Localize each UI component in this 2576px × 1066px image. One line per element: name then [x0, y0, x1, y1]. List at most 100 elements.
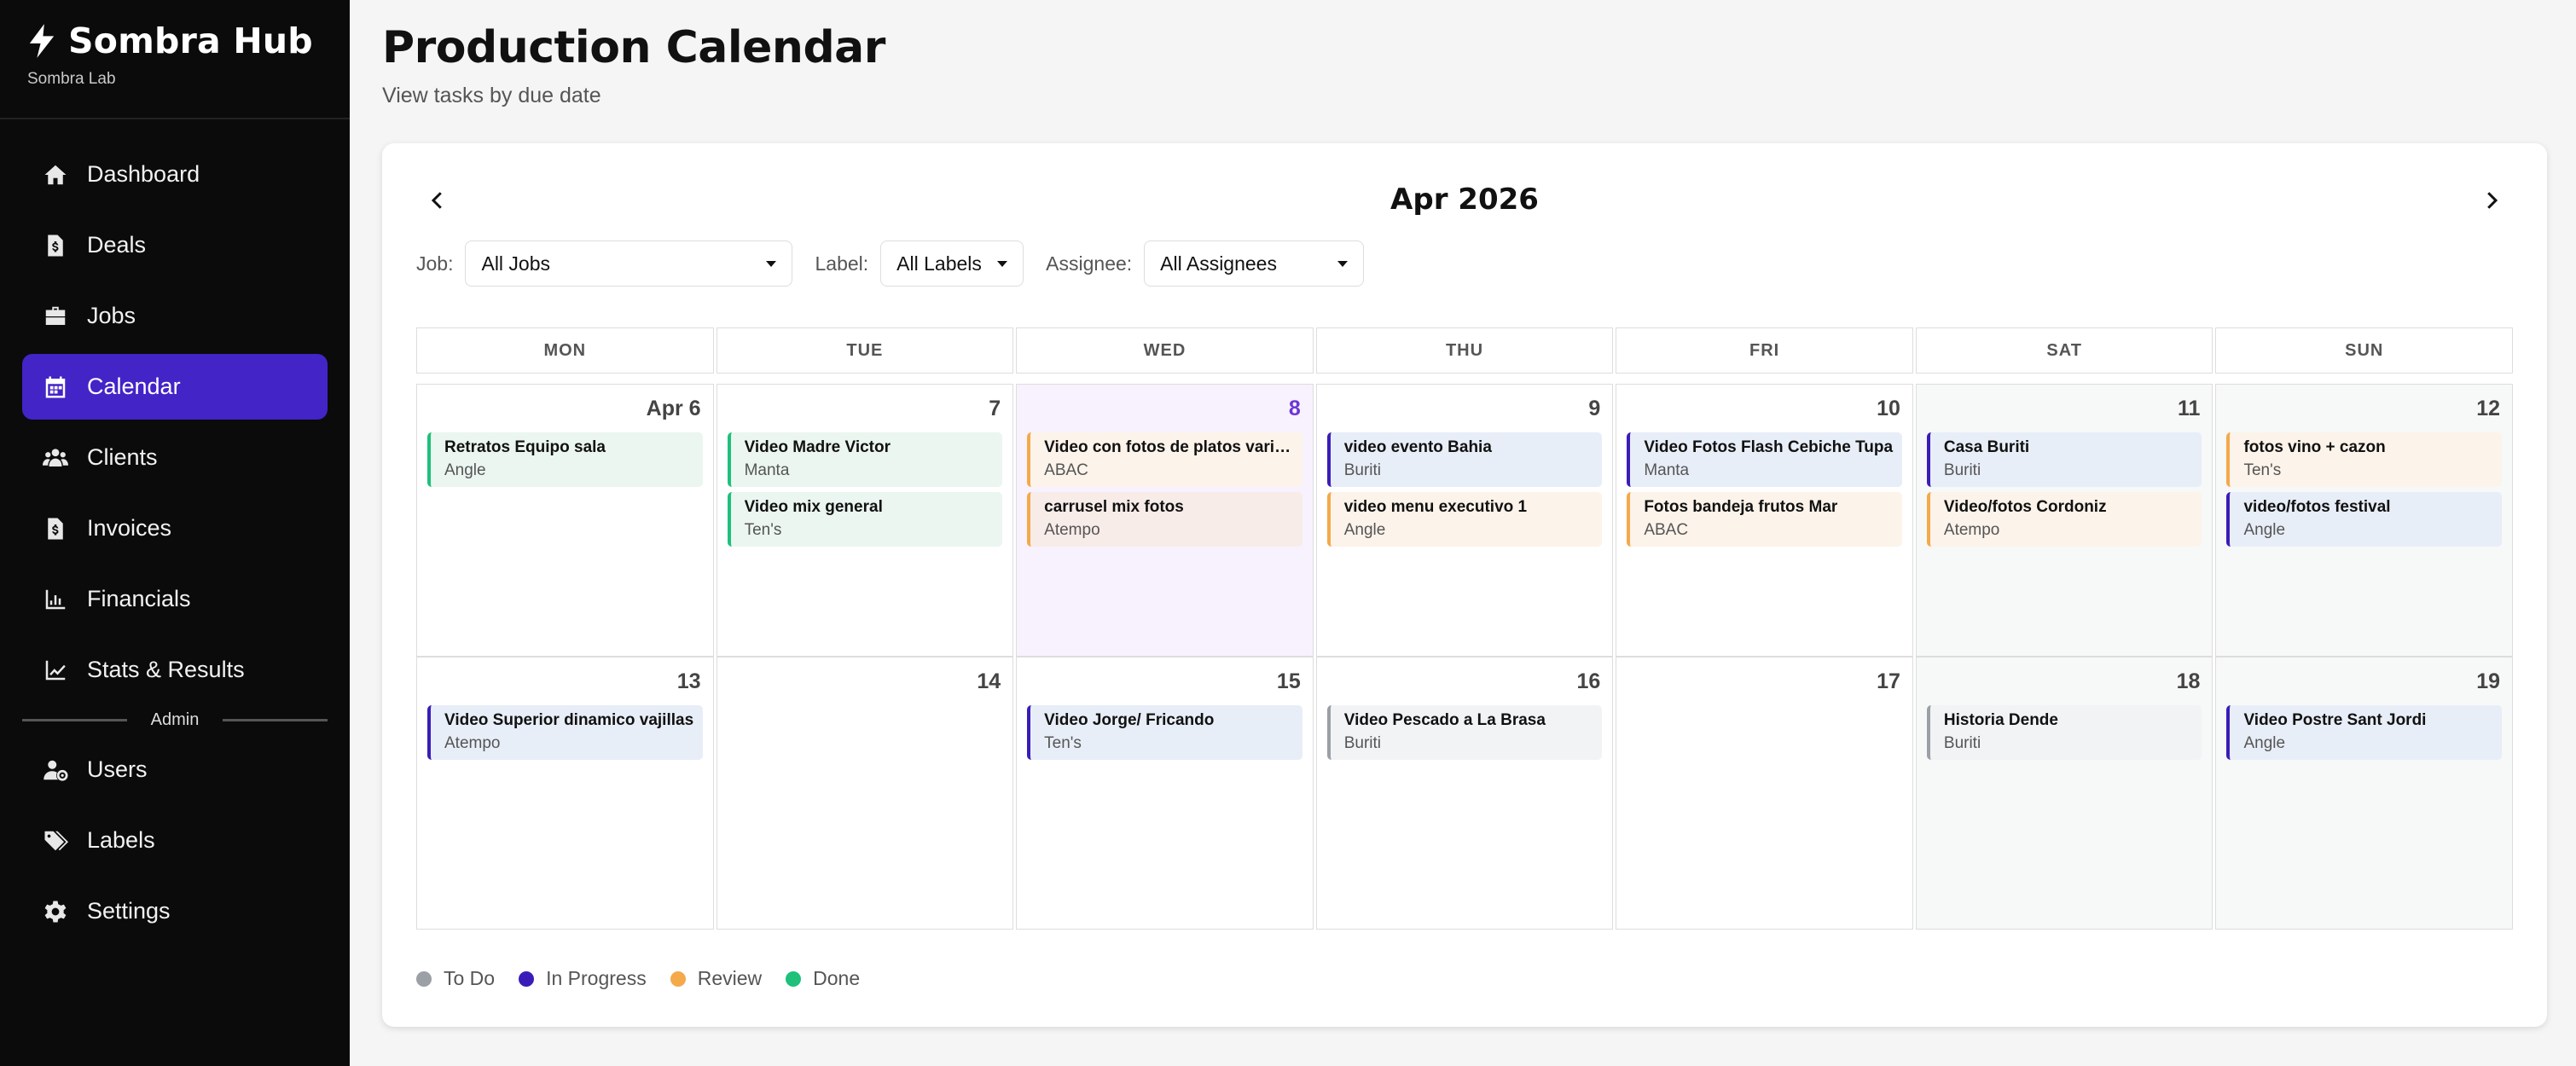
- nav-item-calendar[interactable]: Calendar: [22, 354, 328, 420]
- task-event[interactable]: fotos vino + cazon Ten's: [2226, 432, 2503, 487]
- weekday-label: SAT: [1915, 327, 2213, 374]
- task-event[interactable]: Retratos Equipo sala Angle: [427, 432, 703, 487]
- task-event[interactable]: carrusel mix fotos Atempo: [1027, 492, 1303, 547]
- next-month-button[interactable]: [2479, 188, 2504, 213]
- legend-dot: [519, 970, 535, 987]
- task-event[interactable]: Video Pescado a La Brasa Buriti: [1326, 705, 1603, 760]
- nav-item-dashboard[interactable]: Dashboard: [22, 142, 328, 207]
- day-cell[interactable]: 16 Video Pescado a La Brasa Buriti: [1315, 657, 1614, 930]
- tags-icon: [43, 828, 68, 854]
- job-select-value: All Jobs: [481, 252, 551, 275]
- nav-item-invoices[interactable]: Invoices: [22, 495, 328, 561]
- nav-label: Jobs: [87, 303, 136, 328]
- job-filter-label: Job:: [416, 252, 454, 275]
- day-cell[interactable]: 10 Video Fotos Flash Cebiche Tupa Manta Fot…: [1616, 384, 1913, 657]
- task-event[interactable]: Video Fotos Flash Cebiche Tupa Manta: [1627, 432, 1902, 487]
- task-event[interactable]: Video Jorge/ Fricando Ten's: [1027, 705, 1303, 760]
- job-select[interactable]: All Jobs: [465, 240, 793, 287]
- nav-label: Users: [87, 756, 148, 782]
- workspace-name: Sombra Lab: [27, 70, 116, 88]
- task-event[interactable]: Video con fotos de platos variad… ABAC: [1027, 432, 1303, 487]
- legend-label: In Progress: [546, 967, 647, 989]
- nav-item-settings[interactable]: Settings: [22, 878, 328, 944]
- weekday-label: MON: [416, 327, 714, 374]
- day-cell[interactable]: 19 Video Postre Sant Jordi Angle: [2215, 657, 2514, 930]
- task-event[interactable]: Video Postre Sant Jordi Angle: [2226, 705, 2503, 760]
- task-title: Video Jorge/ Fricando: [1044, 711, 1215, 729]
- nav-label: Dashboard: [87, 161, 200, 187]
- day-events: Video Postre Sant Jordi Angle: [2226, 705, 2503, 765]
- invoice-icon: [43, 516, 68, 542]
- nav-item-jobs[interactable]: Jobs: [22, 283, 328, 349]
- nav-item-clients[interactable]: Clients: [22, 425, 328, 490]
- filter-bar: Job: All Jobs Label: All Labels Assignee…: [416, 240, 1386, 287]
- legend-item-review: Review: [670, 967, 762, 990]
- task-event[interactable]: Video Madre Victor Manta: [727, 432, 1003, 487]
- sidebar: Sombra Hub Sombra Lab Dashboard Deals Jo…: [0, 0, 350, 1066]
- task-event[interactable]: Fotos bandeja frutos Mar ABAC: [1627, 492, 1902, 547]
- task-event[interactable]: Casa Buriti Buriti: [1926, 432, 2202, 487]
- task-event[interactable]: video menu executivo 1 Angle: [1326, 492, 1603, 547]
- day-number: 15: [1276, 669, 1301, 693]
- assignee-select-value: All Assignees: [1160, 252, 1277, 275]
- day-cell[interactable]: 7 Video Madre Victor Manta Video mix genera…: [716, 384, 1014, 657]
- lightning-icon: [29, 24, 55, 58]
- day-number: 16: [1576, 669, 1601, 693]
- nav-label: Invoices: [87, 515, 172, 541]
- task-title: Casa Buriti: [1943, 438, 2030, 456]
- page-subtitle: View tasks by due date: [382, 84, 601, 107]
- divider-line: [223, 718, 328, 721]
- day-number: 9: [1588, 397, 1601, 420]
- day-cell[interactable]: 14: [716, 657, 1014, 930]
- legend-label: Review: [697, 967, 763, 989]
- day-events: Video Fotos Flash Cebiche Tupa Manta Fotos…: [1627, 432, 1902, 552]
- briefcase-icon: [43, 304, 68, 329]
- day-cell[interactable]: 12 fotos vino + cazon Ten's video/fotos fes…: [2215, 384, 2514, 657]
- label-select[interactable]: All Labels: [880, 240, 1024, 287]
- brand-name: Sombra Hub: [68, 20, 313, 61]
- nav-label: Calendar: [87, 374, 181, 399]
- nav-item-stats[interactable]: Stats & Results: [22, 637, 328, 703]
- month-title: Apr 2026: [1390, 182, 1539, 217]
- brand-title[interactable]: Sombra Hub: [27, 20, 350, 61]
- task-event[interactable]: Video Superior dinamico vajillas Atempo: [427, 705, 703, 760]
- task-title: Fotos bandeja frutos Mar: [1644, 498, 1838, 516]
- assignee-select[interactable]: All Assignees: [1144, 240, 1365, 287]
- day-cell[interactable]: 18 Historia Dende Buriti: [1915, 657, 2213, 930]
- dollar-file-icon: [43, 233, 68, 258]
- day-cell-today[interactable]: 8 Video con fotos de platos variad… ABAC ca…: [1016, 384, 1314, 657]
- day-cell[interactable]: 9 video evento Bahia Buriti video menu exec…: [1315, 384, 1614, 657]
- task-client: ABAC: [1644, 521, 1689, 539]
- nav-item-users[interactable]: Users: [22, 737, 328, 802]
- task-title: Video Pescado a La Brasa: [1343, 711, 1546, 729]
- day-number: 11: [2178, 397, 2201, 420]
- day-cell[interactable]: 13 Video Superior dinamico vajillas Atempo: [416, 657, 714, 930]
- day-number: 12: [2476, 397, 2501, 420]
- nav-item-labels[interactable]: Labels: [22, 808, 328, 873]
- legend-item-done: Done: [786, 967, 860, 990]
- day-cell[interactable]: 11 Casa Buriti Buriti Video/fotos Cordoniz A…: [1915, 384, 2213, 657]
- task-client: Manta: [1644, 461, 1690, 479]
- task-event[interactable]: video evento Bahia Buriti: [1326, 432, 1603, 487]
- label-filter-label: Label:: [815, 252, 869, 275]
- caret-down-icon: [997, 260, 1008, 267]
- day-cell[interactable]: 17: [1616, 657, 1913, 930]
- task-event[interactable]: Video/fotos Cordoniz Atempo: [1926, 492, 2202, 547]
- task-event[interactable]: Video mix general Ten's: [727, 492, 1003, 547]
- task-client: Manta: [744, 461, 790, 479]
- task-event[interactable]: video/fotos festival Angle: [2226, 492, 2503, 547]
- admin-section-label: Admin: [150, 710, 200, 729]
- divider-line: [22, 718, 127, 721]
- task-title: Video/fotos Cordoniz: [1943, 498, 2107, 516]
- nav-item-financials[interactable]: Financials: [22, 566, 328, 632]
- nav-item-deals[interactable]: Deals: [22, 212, 328, 278]
- task-client: Ten's: [744, 521, 782, 539]
- calendar-week: Apr 6 Retratos Equipo sala Angle 7 Video Mad…: [416, 384, 2514, 657]
- day-cell[interactable]: Apr 6 Retratos Equipo sala Angle: [416, 384, 714, 657]
- calendar-icon: [43, 374, 68, 400]
- task-event[interactable]: Historia Dende Buriti: [1926, 705, 2202, 760]
- day-cell[interactable]: 15 Video Jorge/ Fricando Ten's: [1016, 657, 1314, 930]
- task-client: Buriti: [1943, 461, 1981, 479]
- task-title: carrusel mix fotos: [1044, 498, 1184, 516]
- day-events: Video Superior dinamico vajillas Atempo: [427, 705, 703, 765]
